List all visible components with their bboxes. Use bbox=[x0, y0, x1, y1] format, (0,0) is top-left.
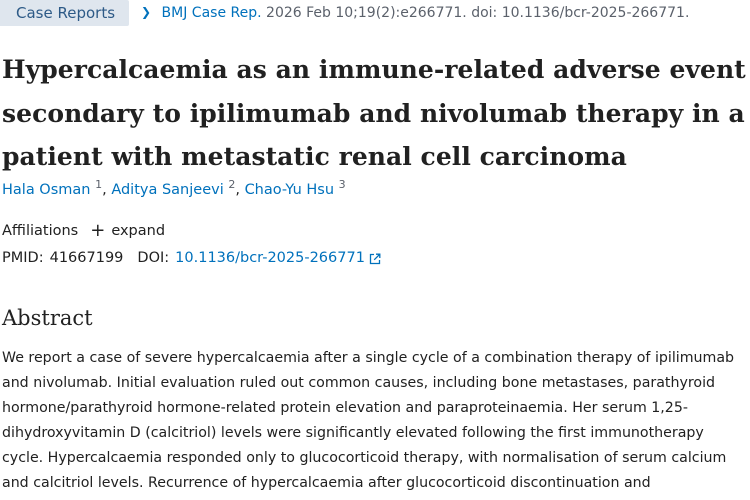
citation: ❯ BMJ Case Rep. 2026 Feb 10;19(2):e26677… bbox=[141, 5, 689, 21]
author-link[interactable]: Aditya Sanjeevi bbox=[111, 182, 223, 198]
author-separator: , bbox=[102, 182, 107, 198]
affiliations-row: Affiliations + expand bbox=[2, 222, 165, 240]
affiliations-label: Affiliations bbox=[2, 223, 79, 239]
pmid-label: PMID: bbox=[2, 250, 44, 266]
expand-toggle[interactable]: expand bbox=[111, 223, 165, 239]
external-link-icon[interactable] bbox=[369, 253, 381, 265]
affiliation-sup[interactable]: 3 bbox=[339, 178, 346, 191]
citation-details: 2026 Feb 10;19(2):e266771. doi: 10.1136/… bbox=[266, 5, 690, 21]
article-title: Hypercalcaemia as an immune-related adve… bbox=[2, 55, 746, 171]
journal-link[interactable]: BMJ Case Rep. bbox=[162, 5, 262, 21]
doi-label: DOI: bbox=[137, 250, 170, 266]
identifiers-row: PMID: 41667199 DOI: 10.1136/bcr-2025-266… bbox=[2, 250, 381, 266]
pmid-value: 41667199 bbox=[49, 250, 124, 266]
author-link[interactable]: Chao-Yu Hsu bbox=[245, 182, 335, 198]
author-link[interactable]: Hala Osman bbox=[2, 182, 90, 198]
plus-icon[interactable]: + bbox=[90, 222, 105, 240]
author-list: Hala Osman 1, Aditya Sanjeevi 2, Chao-Yu… bbox=[2, 179, 346, 198]
chevron-right-icon: ❯ bbox=[141, 5, 152, 19]
doi-link[interactable]: 10.1136/bcr-2025-266771 bbox=[175, 250, 365, 266]
abstract-heading: Abstract bbox=[2, 306, 93, 330]
article-type-badge[interactable]: Case Reports bbox=[0, 0, 130, 26]
abstract-text: We report a case of severe hypercalcaemi… bbox=[2, 350, 735, 491]
author-separator: , bbox=[235, 182, 240, 198]
citation-bar: Case Reports ❯ BMJ Case Rep. 2026 Feb 10… bbox=[0, 0, 689, 26]
